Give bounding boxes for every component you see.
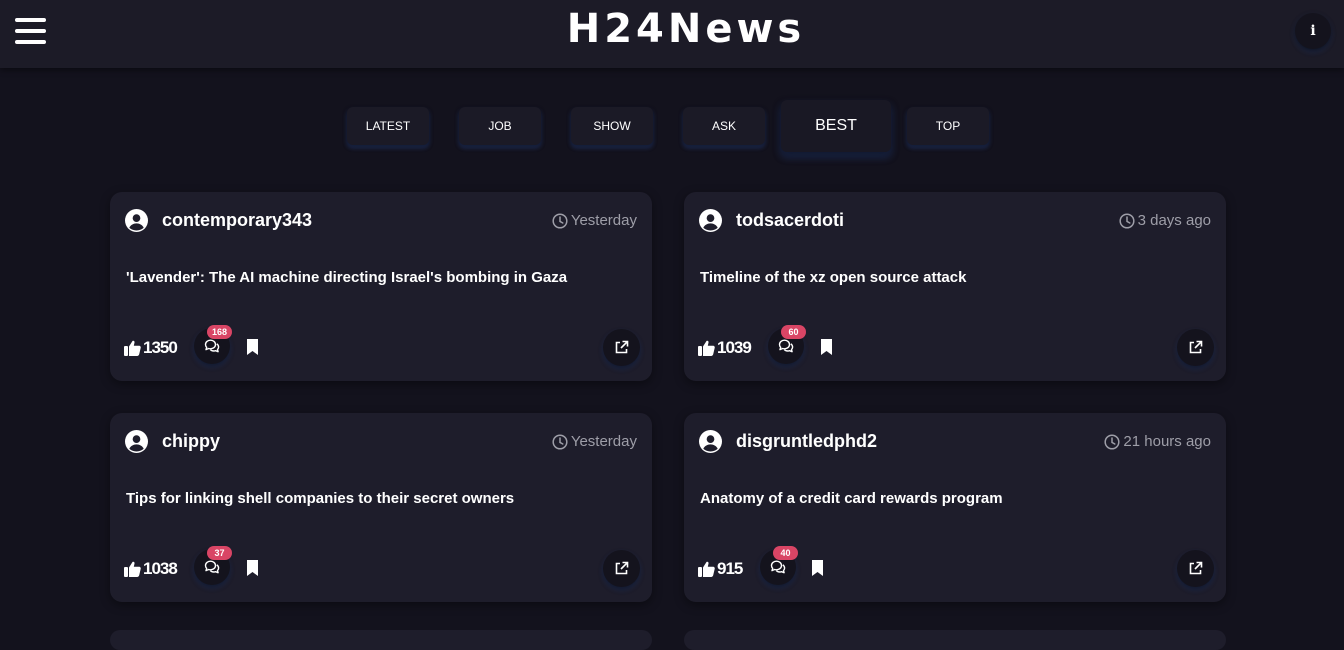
bookmark-icon[interactable] xyxy=(820,339,833,355)
external-link-icon xyxy=(1189,340,1203,354)
post-time-label: 21 hours ago xyxy=(1123,433,1211,450)
comments-button[interactable]: 40 xyxy=(760,546,798,585)
post-time-label: Yesterday xyxy=(570,433,637,450)
post-card-partial xyxy=(684,630,1226,650)
like-count: 1038 xyxy=(143,559,178,578)
bookmark-icon[interactable] xyxy=(246,339,259,355)
bookmark-icon[interactable] xyxy=(246,560,259,576)
open-link-button[interactable] xyxy=(1177,550,1214,587)
tab-ask[interactable]: ASK xyxy=(683,107,765,145)
post-time-label: Yesterday xyxy=(570,212,637,229)
post-time: Yesterday xyxy=(552,433,637,450)
post-title[interactable]: Tips for linking shell companies to thei… xyxy=(126,490,636,507)
user-circle-icon xyxy=(699,430,722,453)
post-author[interactable]: todsacerdoti xyxy=(736,210,844,231)
comments-button[interactable]: 60 xyxy=(768,325,806,364)
post-author[interactable]: disgruntledphd2 xyxy=(736,431,877,452)
post-time-label: 3 days ago xyxy=(1137,212,1211,229)
like-button[interactable]: 915 xyxy=(698,559,743,579)
site-title: H24News xyxy=(566,6,806,52)
open-link-button[interactable] xyxy=(603,550,640,587)
user-circle-icon xyxy=(125,430,148,453)
post-title[interactable]: Anatomy of a credit card rewards program xyxy=(700,490,1210,507)
comments-icon xyxy=(770,560,786,574)
open-link-button[interactable] xyxy=(1177,329,1214,366)
post-card: disgruntledphd2 21 hours ago Anatomy of … xyxy=(684,413,1226,602)
comments-button[interactable]: 168 xyxy=(194,325,232,364)
clock-icon xyxy=(1119,212,1135,229)
post-card: chippy Yesterday Tips for linking shell … xyxy=(110,413,652,602)
external-link-icon xyxy=(615,340,629,354)
tab-job[interactable]: JOB xyxy=(459,107,541,145)
comments-icon xyxy=(778,339,794,353)
tab-show[interactable]: SHOW xyxy=(571,107,653,145)
comment-count-badge: 168 xyxy=(207,325,232,339)
open-link-button[interactable] xyxy=(603,329,640,366)
post-title[interactable]: Timeline of the xz open source attack xyxy=(700,269,1210,286)
clock-icon xyxy=(552,212,568,229)
tab-top[interactable]: TOP xyxy=(907,107,989,145)
tab-best[interactable]: BEST xyxy=(781,100,891,152)
thumbs-up-icon xyxy=(124,561,141,577)
like-count: 1039 xyxy=(717,338,752,357)
bookmark-icon[interactable] xyxy=(811,560,824,576)
like-button[interactable]: 1038 xyxy=(124,559,178,579)
like-count: 915 xyxy=(717,559,743,578)
post-time: Yesterday xyxy=(552,212,637,229)
like-count: 1350 xyxy=(143,338,178,357)
thumbs-up-icon xyxy=(698,340,715,356)
post-card: todsacerdoti 3 days ago Timeline of the … xyxy=(684,192,1226,381)
external-link-icon xyxy=(615,561,629,575)
thumbs-up-icon xyxy=(124,340,141,356)
thumbs-up-icon xyxy=(698,561,715,577)
comments-icon xyxy=(204,339,220,353)
post-author[interactable]: chippy xyxy=(162,431,220,452)
post-author[interactable]: contemporary343 xyxy=(162,210,312,231)
comment-count-badge: 60 xyxy=(781,325,806,339)
comment-count-badge: 40 xyxy=(773,546,798,560)
post-card: contemporary343 Yesterday 'Lavender': Th… xyxy=(110,192,652,381)
info-button[interactable]: i xyxy=(1295,13,1331,49)
comment-count-badge: 37 xyxy=(207,546,232,560)
clock-icon xyxy=(552,433,568,450)
like-button[interactable]: 1039 xyxy=(698,338,752,358)
app-header: H24News i xyxy=(0,0,1344,68)
user-circle-icon xyxy=(125,209,148,232)
external-link-icon xyxy=(1189,561,1203,575)
like-button[interactable]: 1350 xyxy=(124,338,178,358)
comments-icon xyxy=(204,560,220,574)
tab-latest[interactable]: LATEST xyxy=(347,107,429,145)
post-time: 3 days ago xyxy=(1119,212,1211,229)
clock-icon xyxy=(1104,433,1120,450)
post-time: 21 hours ago xyxy=(1104,433,1211,450)
comments-button[interactable]: 37 xyxy=(194,546,232,585)
user-circle-icon xyxy=(699,209,722,232)
post-card-partial xyxy=(110,630,652,650)
post-title[interactable]: 'Lavender': The AI machine directing Isr… xyxy=(126,269,636,286)
